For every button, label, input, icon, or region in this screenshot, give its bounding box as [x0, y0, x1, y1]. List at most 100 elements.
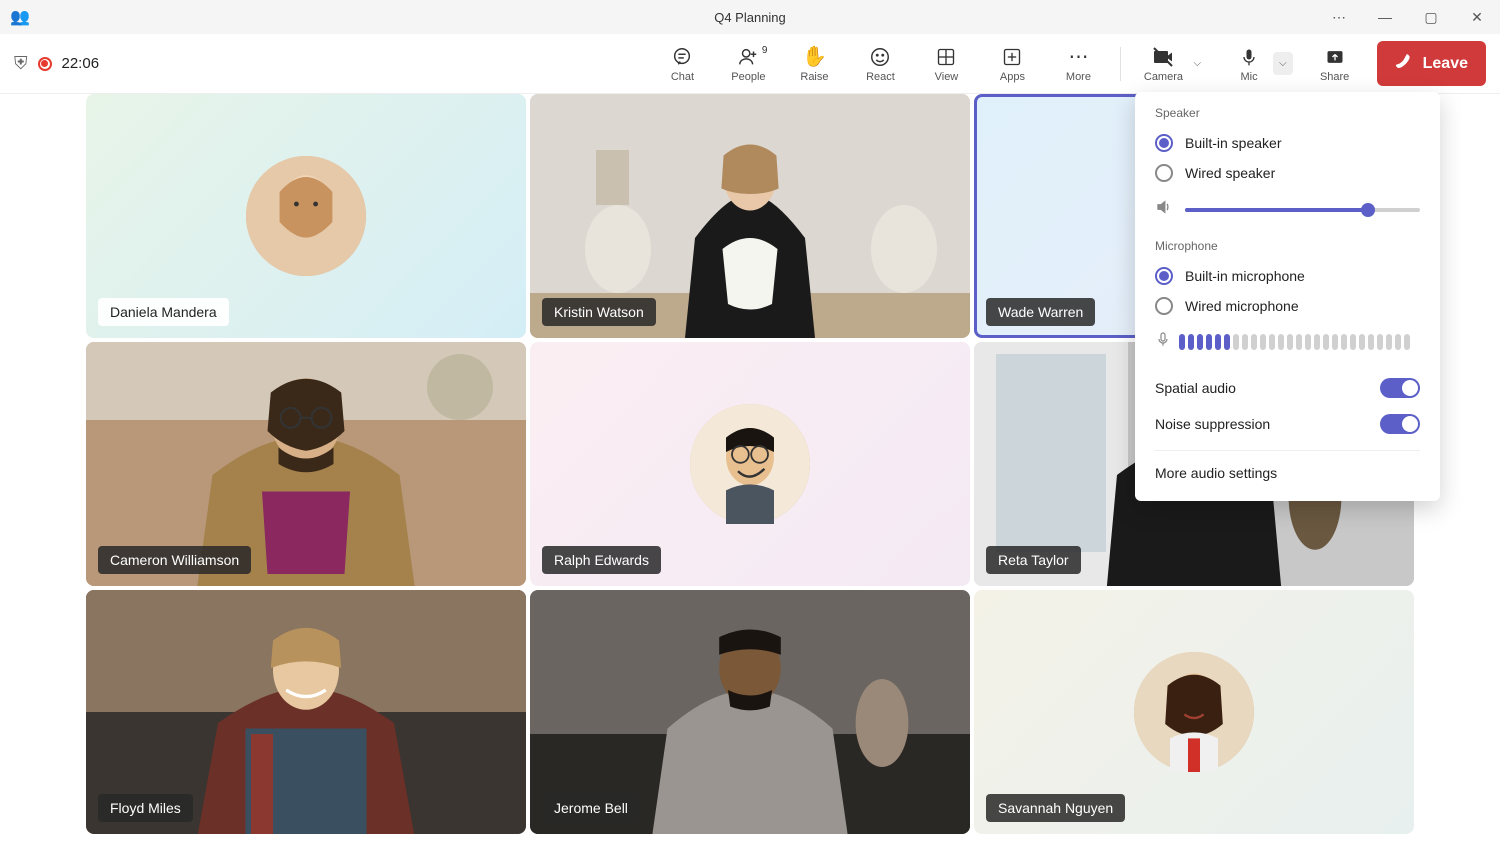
mic-level-meter: [1179, 334, 1420, 350]
share-icon: [1325, 45, 1345, 69]
level-bar: [1323, 334, 1329, 350]
participant-tile[interactable]: Savannah Nguyen: [974, 590, 1414, 834]
microphone-option-builtin[interactable]: Built-in microphone: [1155, 261, 1420, 291]
camera-off-icon: [1151, 45, 1175, 69]
level-bar: [1368, 334, 1374, 350]
mic-level-icon: [1155, 331, 1171, 352]
meeting-toolbar: ⛨ 22:06 Chat 9 People ✋ Raise React: [0, 34, 1500, 94]
name-tag: Daniela Mandera: [98, 298, 229, 326]
more-button[interactable]: ⋯ More: [1054, 45, 1102, 83]
more-actions-button[interactable]: ⋯: [1316, 0, 1362, 34]
title-bar: 👥 Q4 Planning ⋯ — ▢ ✕: [0, 0, 1500, 34]
close-button[interactable]: ✕: [1454, 0, 1500, 34]
participant-tile[interactable]: Jerome Bell: [530, 590, 970, 834]
shield-icon: ⛨: [14, 53, 28, 74]
name-tag: Ralph Edwards: [542, 546, 661, 574]
hangup-icon: [1395, 51, 1415, 76]
participant-tile[interactable]: Ralph Edwards: [530, 342, 970, 586]
level-bar: [1233, 334, 1239, 350]
recording-indicator-icon: [38, 57, 52, 71]
radio-icon: [1155, 134, 1173, 152]
level-bar: [1341, 334, 1347, 350]
radio-icon: [1155, 297, 1173, 315]
microphone-section-title: Microphone: [1155, 239, 1420, 253]
speaker-option-wired[interactable]: Wired speaker: [1155, 158, 1420, 188]
people-button[interactable]: 9 People: [724, 45, 772, 83]
level-bar: [1386, 334, 1392, 350]
camera-chevron-icon[interactable]: ⌵: [1187, 52, 1207, 75]
noise-suppression-toggle[interactable]: [1380, 414, 1420, 434]
name-tag: Cameron Williamson: [98, 546, 251, 574]
radio-icon: [1155, 164, 1173, 182]
participant-tile[interactable]: Floyd Miles: [86, 590, 526, 834]
name-tag: Kristin Watson: [542, 298, 656, 326]
toolbar-separator: [1120, 47, 1121, 81]
raise-hand-icon: ✋: [802, 45, 827, 69]
audio-settings-popover: Speaker Built-in speaker Wired speaker M…: [1135, 92, 1440, 501]
avatar: [690, 404, 810, 524]
level-bar: [1332, 334, 1338, 350]
camera-button[interactable]: Camera: [1139, 45, 1187, 83]
avatar: [246, 156, 366, 276]
maximize-button[interactable]: ▢: [1408, 0, 1454, 34]
name-tag: Wade Warren: [986, 298, 1095, 326]
noise-suppression-label: Noise suppression: [1155, 416, 1270, 432]
level-bar: [1260, 334, 1266, 350]
participant-tile[interactable]: Daniela Mandera: [86, 94, 526, 338]
level-bar: [1287, 334, 1293, 350]
level-bar: [1269, 334, 1275, 350]
minimize-button[interactable]: —: [1362, 0, 1408, 34]
level-bar: [1179, 334, 1185, 350]
volume-slider[interactable]: [1185, 208, 1420, 212]
react-icon: [869, 45, 891, 69]
participant-tile[interactable]: Kristin Watson: [530, 94, 970, 338]
speaker-option-builtin[interactable]: Built-in speaker: [1155, 128, 1420, 158]
chat-button[interactable]: Chat: [658, 45, 706, 83]
spatial-audio-toggle[interactable]: [1380, 378, 1420, 398]
app-icon: 👥: [10, 7, 30, 27]
level-bar: [1197, 334, 1203, 350]
apps-button[interactable]: Apps: [988, 45, 1036, 83]
mic-button[interactable]: Mic: [1225, 45, 1273, 83]
name-tag: Floyd Miles: [98, 794, 193, 822]
radio-icon: [1155, 267, 1173, 285]
apps-icon: [1002, 45, 1022, 69]
speaker-section-title: Speaker: [1155, 106, 1420, 120]
raise-hand-button[interactable]: ✋ Raise: [790, 45, 838, 83]
mic-icon: [1239, 45, 1259, 69]
divider: [1155, 450, 1420, 451]
more-audio-settings-link[interactable]: More audio settings: [1155, 459, 1420, 487]
level-bar: [1377, 334, 1383, 350]
participant-tile[interactable]: Cameron Williamson: [86, 342, 526, 586]
level-bar: [1404, 334, 1410, 350]
window-title: Q4 Planning: [714, 10, 786, 25]
share-button[interactable]: Share: [1311, 45, 1359, 83]
name-tag: Jerome Bell: [542, 794, 640, 822]
view-icon: [936, 45, 956, 69]
level-bar: [1350, 334, 1356, 350]
volume-icon: [1155, 198, 1173, 221]
level-bar: [1278, 334, 1284, 350]
level-bar: [1296, 334, 1302, 350]
level-bar: [1224, 334, 1230, 350]
microphone-option-wired[interactable]: Wired microphone: [1155, 291, 1420, 321]
level-bar: [1242, 334, 1248, 350]
level-bar: [1314, 334, 1320, 350]
level-bar: [1359, 334, 1365, 350]
people-icon: 9: [737, 45, 759, 69]
name-tag: Savannah Nguyen: [986, 794, 1125, 822]
spatial-audio-label: Spatial audio: [1155, 380, 1236, 396]
more-icon: ⋯: [1068, 45, 1088, 69]
level-bar: [1305, 334, 1311, 350]
level-bar: [1395, 334, 1401, 350]
name-tag: Reta Taylor: [986, 546, 1081, 574]
level-bar: [1188, 334, 1194, 350]
leave-button[interactable]: Leave: [1377, 41, 1486, 86]
avatar: [1134, 652, 1254, 772]
meeting-timer: 22:06: [62, 55, 100, 72]
chat-icon: [671, 45, 693, 69]
react-button[interactable]: React: [856, 45, 904, 83]
mic-chevron-icon[interactable]: ⌵: [1273, 52, 1293, 75]
view-button[interactable]: View: [922, 45, 970, 83]
level-bar: [1215, 334, 1221, 350]
